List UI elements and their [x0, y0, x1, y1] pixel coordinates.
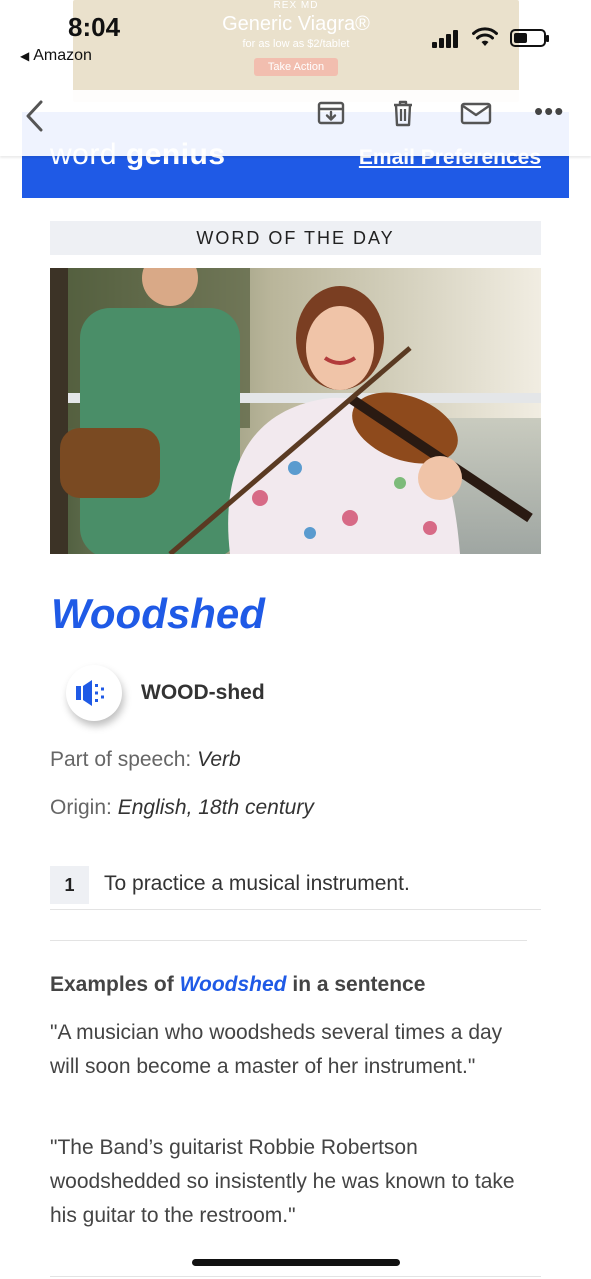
word-title[interactable]: Woodshed: [51, 590, 265, 638]
hero-image[interactable]: [50, 268, 541, 554]
section-label: WORD OF THE DAY: [50, 221, 541, 255]
battery-icon: [510, 29, 549, 47]
divider: [50, 1276, 541, 1277]
examples-heading: Examples of Woodshed in a sentence: [50, 973, 426, 996]
divider: [50, 940, 527, 941]
definition-text: To practice a musical instrument.: [104, 872, 410, 895]
play-pronunciation-button[interactable]: [66, 665, 122, 721]
back-chevron-icon[interactable]: [22, 96, 48, 136]
status-time: 8:04: [68, 12, 121, 42]
definition-number: 1: [50, 866, 89, 904]
back-triangle-icon: ◀: [20, 49, 30, 63]
status-bar: 8:04 ◀ Amazon: [0, 0, 591, 90]
speaker-icon: [76, 680, 104, 706]
back-to-app-link[interactable]: ◀ Amazon: [20, 47, 92, 65]
mail-icon[interactable]: [460, 98, 492, 128]
definition-row: 1 To practice a musical instrument.: [50, 866, 541, 910]
example-sentence: "The Band’s guitarist Robbie Robertson w…: [50, 1136, 515, 1227]
example-sentence: "A musician who woodsheds several times …: [50, 1021, 503, 1078]
archive-icon[interactable]: [316, 98, 346, 128]
origin: Origin: English, 18th century: [50, 796, 314, 819]
email-toolbar: •••: [0, 90, 591, 156]
trash-icon[interactable]: [388, 98, 418, 128]
more-options-icon[interactable]: •••: [534, 96, 564, 127]
back-app-label: Amazon: [33, 47, 92, 64]
pronunciation-text: WOOD-shed: [141, 681, 265, 704]
cellular-signal-icon: [432, 28, 462, 48]
home-indicator[interactable]: [192, 1259, 400, 1266]
part-of-speech: Part of speech: Verb: [50, 748, 241, 771]
wifi-icon: [472, 27, 498, 46]
